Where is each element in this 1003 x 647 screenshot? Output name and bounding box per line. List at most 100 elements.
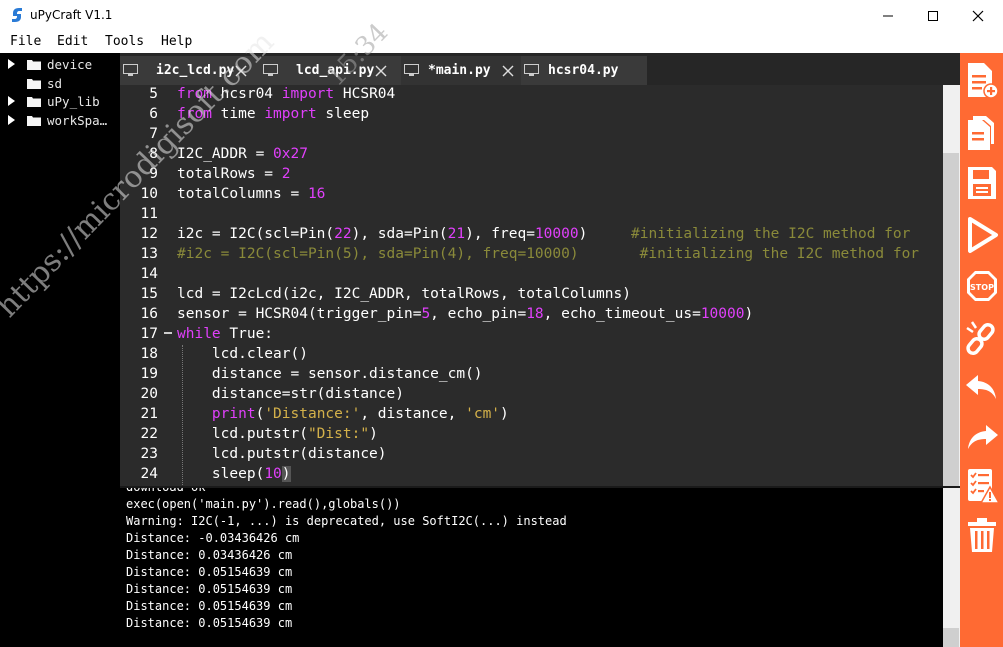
maximize-button[interactable] [910, 0, 956, 31]
code-line: lcd = I2cLcd(i2c, I2C_ADDR, totalRows, t… [177, 286, 631, 302]
menu-help[interactable]: Help [161, 34, 192, 49]
close-tab-icon[interactable] [501, 64, 515, 78]
menu-tools[interactable]: Tools [105, 34, 144, 49]
code-token: ) [369, 426, 378, 442]
code-token: totalColumns = [177, 186, 308, 202]
code-token: totalRows = [177, 166, 282, 182]
code-line: i2c = I2C(scl=Pin(22), sda=Pin(21), freq… [177, 226, 910, 242]
code-token: import [281, 86, 335, 102]
fold-marker-icon[interactable] [164, 332, 172, 334]
code-token: 'cm' [465, 406, 501, 422]
minimize-button[interactable] [865, 0, 911, 31]
code-token: 22 [334, 226, 352, 242]
code-line: from time import sleep [177, 106, 369, 122]
upycraft-logo-icon [12, 8, 22, 22]
close-icon [972, 10, 984, 21]
code-token: time [211, 106, 265, 122]
code-token: 10000 [700, 306, 745, 322]
line-number: 24 [140, 466, 158, 482]
code-editor[interactable]: 5 6 7 8 9 10 11 12 13 14 15 16 17 18 19 20 21 22 23 24 from… [120, 85, 960, 487]
code-token: 2 [281, 166, 291, 182]
folder-icon [27, 60, 41, 70]
expand-arrow-icon[interactable] [8, 115, 15, 125]
close-tab-icon[interactable] [374, 64, 388, 78]
line-number: 15 [140, 286, 158, 302]
code-token: ( [255, 406, 265, 422]
undo-button[interactable] [960, 363, 1003, 407]
terminal-scrollbar-thumb[interactable] [943, 628, 959, 647]
code-line: sensor = HCSR04(trigger_pin=5, echo_pin=… [177, 306, 753, 322]
code-line: while True: [177, 326, 273, 342]
terminal-line: Distance: 0.03436426 cm [126, 548, 293, 562]
code-line: totalColumns = 16 [177, 186, 325, 202]
tab-main[interactable]: *main.py [401, 56, 521, 87]
menu-file[interactable]: File [10, 34, 41, 49]
terminal-scrollbar[interactable] [943, 488, 960, 647]
tree-item-device[interactable]: device [0, 56, 120, 75]
code-token: #initializing the I2C method for [631, 226, 911, 242]
code-token: ), freq= [465, 226, 535, 242]
tree-item-workspace[interactable]: workSpa… [0, 112, 120, 131]
line-number: 20 [140, 386, 158, 402]
code-token: from [177, 86, 212, 102]
line-number: 13 [140, 246, 158, 262]
tree-item-label: device [47, 57, 93, 72]
code-line: lcd.putstr(distance) [177, 446, 387, 462]
syntax-check-button[interactable] [960, 461, 1003, 505]
menu-bar: File Edit Tools Help [0, 31, 1003, 53]
clear-button[interactable] [960, 512, 1003, 556]
code-token: 16 [307, 186, 326, 202]
connect-button[interactable] [960, 314, 1003, 358]
terminal-line: Distance: 0.05154639 cm [126, 616, 293, 630]
terminal-line: Distance: -0.03436426 cm [126, 531, 300, 545]
tree-item-upy-lib[interactable]: uPy_lib [0, 93, 120, 112]
code-line: lcd.clear() [177, 346, 308, 362]
code-token: lcd.clear() [177, 346, 308, 362]
expand-arrow-icon[interactable] [8, 96, 15, 106]
line-number: 12 [140, 226, 158, 242]
tree-item-label: workSpa… [47, 113, 108, 128]
connect-icon [966, 321, 995, 356]
folder-icon [27, 97, 41, 107]
tab-hcsr04[interactable]: hcsr04.py [521, 56, 647, 85]
code-token: ), sda=Pin( [351, 226, 448, 242]
code-token: "Dist:" [307, 426, 370, 442]
code-token: True: [220, 326, 274, 342]
code-token: 18 [526, 306, 544, 322]
expand-arrow-icon[interactable] [8, 59, 15, 69]
save-icon [968, 167, 996, 199]
minimize-icon [883, 15, 893, 16]
terminal-line: Distance: 0.05154639 cm [126, 582, 293, 596]
terminal-line: download ok [126, 488, 205, 494]
code-token: i2c = I2C(scl=Pin( [177, 226, 335, 242]
right-toolbar: STOP [960, 53, 1003, 647]
code-line: print('Distance:', distance, 'cm') [177, 406, 509, 422]
open-file-button[interactable] [960, 110, 1003, 154]
code-token: ) [744, 306, 754, 322]
tree-item-sd[interactable]: sd [0, 75, 120, 94]
run-button[interactable] [960, 211, 1003, 255]
code-token: hcsr04 [211, 86, 282, 102]
line-number: 21 [140, 406, 158, 422]
terminal-output[interactable]: download ok exec(open('main.py').read(),g… [120, 488, 943, 647]
undo-icon [966, 375, 996, 399]
editor-scrollbar-thumb[interactable] [943, 153, 959, 488]
line-number: 14 [140, 266, 158, 282]
line-number: 9 [149, 166, 158, 182]
save-button[interactable] [960, 159, 1003, 203]
file-monitor-icon [404, 64, 419, 76]
code-token: #i2c = I2C(scl=Pin(5), sda=Pin(4), freq=… [177, 246, 920, 262]
new-file-button[interactable] [960, 57, 1003, 101]
stop-button[interactable]: STOP [960, 262, 1003, 306]
close-button[interactable] [955, 0, 1001, 31]
redo-button[interactable] [960, 413, 1003, 457]
file-monitor-icon [123, 64, 138, 76]
editor-scrollbar[interactable] [943, 85, 960, 488]
line-number: 11 [140, 206, 158, 222]
menu-edit[interactable]: Edit [57, 34, 88, 49]
file-monitor-icon [524, 64, 539, 76]
code-line: distance=str(distance) [177, 386, 404, 402]
line-number: 18 [140, 346, 158, 362]
close-tab-icon[interactable] [234, 64, 248, 78]
window-title: uPyCraft V1.1 [30, 8, 113, 22]
